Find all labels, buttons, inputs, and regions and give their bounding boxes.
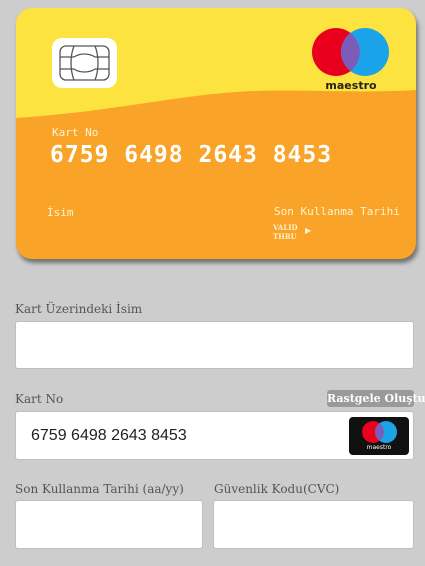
generate-random-button[interactable]: Rastgele Oluştur <box>327 390 425 407</box>
cvc-field-label: Güvenlik Kodu(CVC) <box>214 482 340 496</box>
maestro-circles-icon <box>312 28 389 76</box>
valid-thru-arrow-icon: ▶ <box>305 226 312 235</box>
card-number-display: 6759 6498 2643 8453 <box>50 142 333 168</box>
expiry-label: Son Kullanma Tarihi <box>274 205 400 218</box>
expiry-field-label: Son Kullanma Tarihi (aa/yy) <box>15 482 184 496</box>
card-brand-icon: maestro <box>349 417 409 455</box>
chip-icon <box>52 38 117 88</box>
maestro-logo: maestro <box>308 26 394 106</box>
card-number-field-label: Kart No <box>15 392 64 406</box>
brand-name: maestro <box>325 79 377 92</box>
card-brand-text: maestro <box>366 444 392 451</box>
name-input[interactable] <box>15 321 414 369</box>
cardholder-name-label: İsim <box>47 206 74 219</box>
cvc-input[interactable] <box>213 500 414 549</box>
expiry-input[interactable] <box>15 500 203 549</box>
valid-thru-label: VALID THRU <box>273 223 298 241</box>
name-field-label: Kart Üzerindeki İsim <box>15 302 143 316</box>
card-number-label: Kart No <box>52 126 99 139</box>
credit-card-preview: maestro Kart No 6759 6498 2643 8453 İsim… <box>16 8 416 259</box>
